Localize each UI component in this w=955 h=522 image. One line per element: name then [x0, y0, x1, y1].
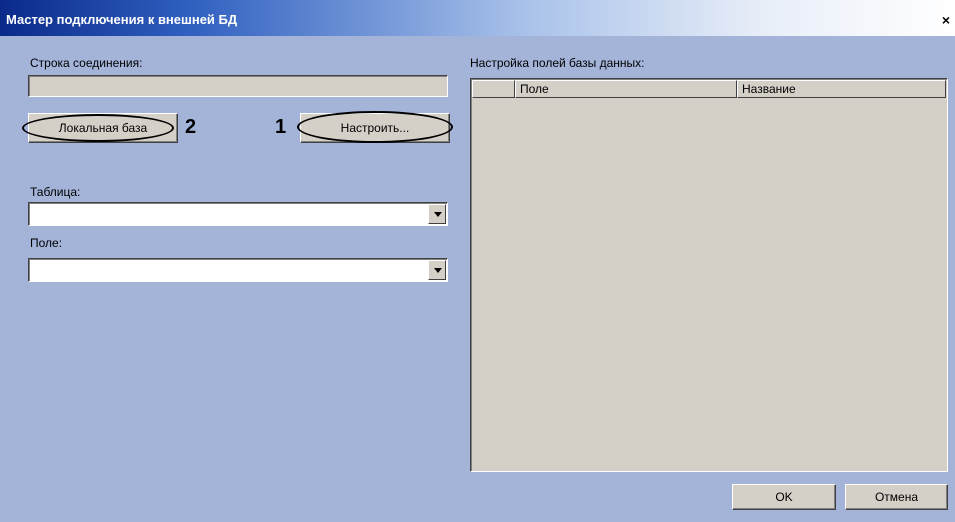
- table-select[interactable]: [28, 202, 448, 226]
- marker-2: 2: [185, 116, 197, 138]
- field-label: Поле:: [30, 236, 63, 250]
- local-db-button[interactable]: Локальная база: [28, 113, 178, 143]
- column-header-name[interactable]: Название: [737, 80, 946, 98]
- local-db-button-label: Локальная база: [58, 121, 148, 135]
- ok-button-label: OK: [775, 490, 793, 504]
- chevron-down-icon[interactable]: [428, 204, 446, 224]
- db-fields-label: Настройка полей базы данных:: [470, 56, 645, 70]
- marker-1: 1: [275, 116, 287, 138]
- connection-string-field[interactable]: [28, 75, 448, 97]
- connection-wizard-window: Мастер подключения к внешней БД × Строка…: [0, 0, 955, 522]
- cancel-button-label: Отмена: [874, 490, 919, 504]
- cancel-button[interactable]: Отмена: [845, 484, 948, 510]
- connection-string-label: Строка соединения:: [30, 56, 143, 70]
- title-bar[interactable]: Мастер подключения к внешней БД ×: [0, 0, 955, 36]
- field-select[interactable]: [28, 258, 448, 282]
- db-fields-list[interactable]: Поле Название: [470, 78, 948, 472]
- table-label: Таблица:: [30, 185, 81, 199]
- close-icon[interactable]: ×: [937, 11, 955, 29]
- chevron-down-icon[interactable]: [428, 260, 446, 280]
- column-header-field[interactable]: Поле: [515, 80, 737, 98]
- column-header-blank[interactable]: [472, 80, 515, 98]
- configure-button-label: Настроить...: [340, 121, 410, 135]
- window-title: Мастер подключения к внешней БД: [6, 12, 238, 27]
- configure-button[interactable]: Настроить...: [300, 113, 450, 143]
- ok-button[interactable]: OK: [732, 484, 836, 510]
